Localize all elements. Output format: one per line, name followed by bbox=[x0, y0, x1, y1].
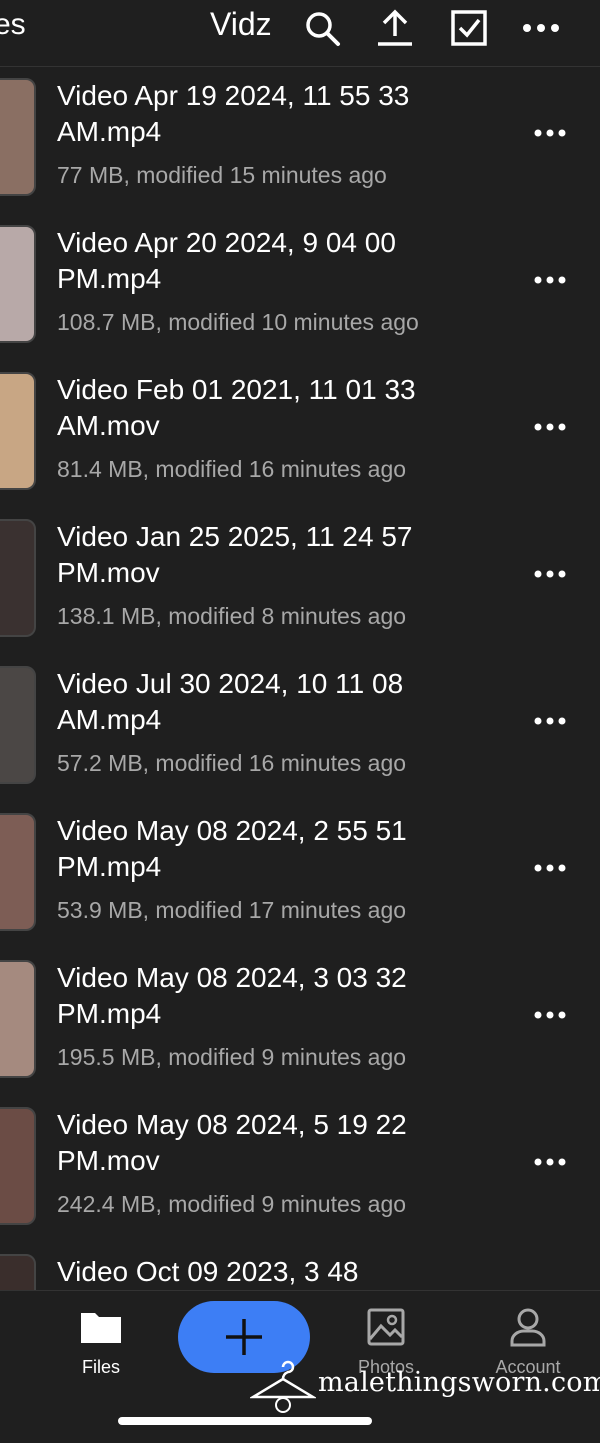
more-icon[interactable] bbox=[530, 559, 570, 589]
video-thumbnail bbox=[0, 960, 36, 1078]
watermark: malethingsworn.com bbox=[250, 1355, 600, 1415]
file-name: Video Apr 20 2024, 9 04 00 PM.mp4 bbox=[57, 227, 396, 294]
more-icon[interactable] bbox=[530, 1000, 570, 1030]
page-title: Vidz bbox=[210, 6, 272, 42]
file-name: Video Jan 25 2025, 11 24 57 PM.mov bbox=[57, 521, 413, 588]
more-icon[interactable] bbox=[530, 1147, 570, 1177]
file-row[interactable]: Video May 08 2024, 3 03 32 PM.mp4 195.5 M… bbox=[0, 948, 600, 1095]
file-name: Video May 08 2024, 3 03 32 PM.mp4 bbox=[57, 962, 407, 1029]
file-meta: 138.1 MB, modified 8 minutes ago bbox=[57, 603, 407, 629]
file-name: Video Apr 19 2024, 11 55 33 AM.mp4 bbox=[57, 80, 410, 147]
tab-files-label: Files bbox=[81, 1357, 120, 1377]
file-name: Video Jul 30 2024, 10 11 08 AM.mp4 bbox=[57, 668, 404, 735]
upload-icon[interactable] bbox=[375, 8, 415, 48]
file-list: Video Apr 19 2024, 11 55 33 AM.mp4 77 MB,… bbox=[0, 66, 600, 1389]
file-meta: 108.7 MB, modified 10 minutes ago bbox=[57, 309, 419, 335]
video-thumbnail bbox=[0, 813, 36, 931]
file-row[interactable]: Video May 08 2024, 5 19 22 PM.mov 242.4 M… bbox=[0, 1095, 600, 1242]
file-row[interactable]: Video Jul 30 2024, 10 11 08 AM.mp4 57.2 M… bbox=[0, 654, 600, 801]
back-button[interactable]: es bbox=[0, 8, 26, 42]
file-row[interactable]: Video Apr 19 2024, 11 55 33 AM.mp4 77 MB,… bbox=[0, 66, 600, 213]
search-icon[interactable] bbox=[302, 8, 342, 48]
file-row[interactable]: Video Feb 01 2021, 11 01 33 AM.mov 81.4 M… bbox=[0, 360, 600, 507]
video-thumbnail bbox=[0, 519, 36, 637]
file-meta: 81.4 MB, modified 16 minutes ago bbox=[57, 456, 407, 482]
file-name: Video May 08 2024, 5 19 22 PM.mov bbox=[57, 1109, 407, 1176]
video-thumbnail bbox=[0, 666, 36, 784]
top-bar: es Vidz bbox=[0, 0, 600, 67]
more-icon[interactable] bbox=[530, 118, 570, 148]
more-icon[interactable] bbox=[530, 412, 570, 442]
file-meta: 242.4 MB, modified 9 minutes ago bbox=[57, 1191, 407, 1217]
watermark-text: malethingsworn.com bbox=[318, 1367, 600, 1398]
folder-icon bbox=[79, 1305, 123, 1349]
file-name: Video May 08 2024, 2 55 51 PM.mp4 bbox=[57, 815, 407, 882]
more-icon[interactable] bbox=[530, 853, 570, 883]
plus-icon bbox=[226, 1319, 262, 1355]
home-indicator[interactable] bbox=[118, 1417, 372, 1425]
select-icon[interactable] bbox=[449, 8, 489, 48]
photos-icon bbox=[364, 1305, 408, 1349]
more-icon[interactable] bbox=[521, 8, 561, 48]
video-thumbnail bbox=[0, 78, 36, 196]
file-row[interactable]: Video Jan 25 2025, 11 24 57 PM.mov 138.1 … bbox=[0, 507, 600, 654]
file-row[interactable]: Video Apr 20 2024, 9 04 00 PM.mp4 108.7 M… bbox=[0, 213, 600, 360]
tab-files[interactable]: Files bbox=[41, 1305, 161, 1378]
file-row[interactable]: Video May 08 2024, 2 55 51 PM.mp4 53.9 MB… bbox=[0, 801, 600, 948]
file-name: Video Feb 01 2021, 11 01 33 AM.mov bbox=[57, 374, 416, 441]
file-name: Video Oct 09 2023, 3 48 bbox=[57, 1256, 359, 1287]
file-meta: 195.5 MB, modified 9 minutes ago bbox=[57, 1044, 407, 1070]
person-icon bbox=[506, 1305, 550, 1349]
video-thumbnail bbox=[0, 225, 36, 343]
video-thumbnail bbox=[0, 372, 36, 490]
more-icon[interactable] bbox=[530, 265, 570, 295]
file-meta: 57.2 MB, modified 16 minutes ago bbox=[57, 750, 407, 776]
bottom-tab-bar: Files Photos Account malethingsworn.com bbox=[0, 1290, 600, 1443]
file-meta: 77 MB, modified 15 minutes ago bbox=[57, 162, 387, 188]
hanger-icon bbox=[250, 1360, 316, 1413]
file-meta: 53.9 MB, modified 17 minutes ago bbox=[57, 897, 407, 923]
video-thumbnail bbox=[0, 1107, 36, 1225]
more-icon[interactable] bbox=[530, 706, 570, 736]
